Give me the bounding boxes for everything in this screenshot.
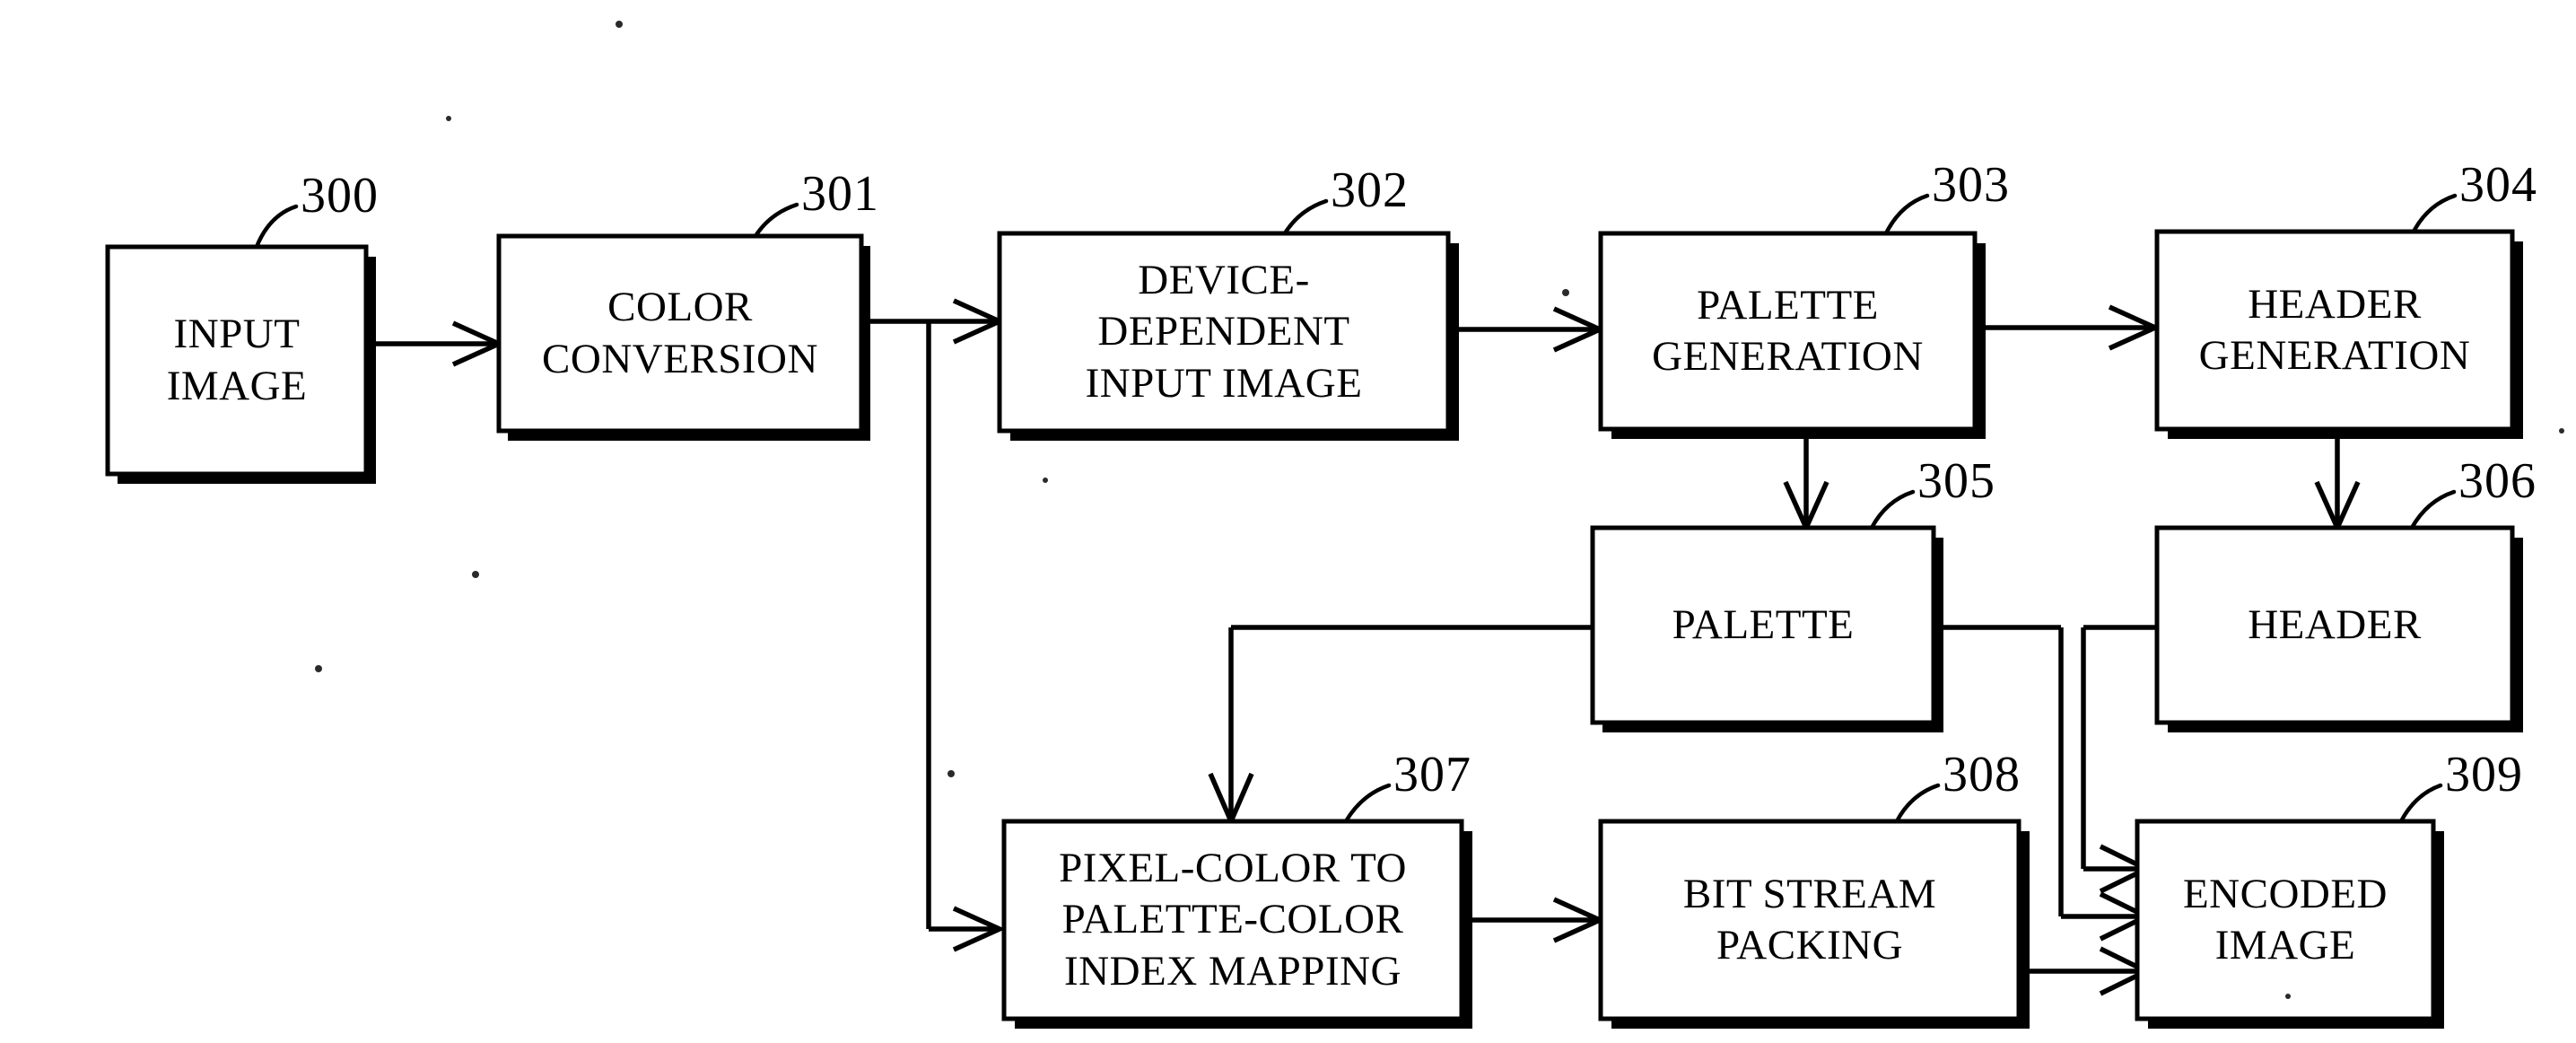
block-309-rect xyxy=(2135,819,2436,1021)
leader-308 xyxy=(1894,783,1941,824)
leader-304 xyxy=(2411,193,2458,234)
leader-309 xyxy=(2398,783,2443,824)
leader-303 xyxy=(1883,193,1930,236)
block-304-rect xyxy=(2154,229,2515,432)
block-301-rect xyxy=(496,233,864,434)
leader-300 xyxy=(254,204,299,250)
leader-307 xyxy=(1343,783,1392,824)
block-305-rect xyxy=(1590,525,1936,725)
leader-305 xyxy=(1869,489,1916,530)
block-300-rect xyxy=(105,244,369,477)
block-308-rect xyxy=(1598,819,2022,1021)
diagram-canvas xyxy=(105,21,2564,1029)
leader-306 xyxy=(2409,489,2457,530)
block-303-rect xyxy=(1598,231,1978,432)
block-302-rect xyxy=(997,231,1451,434)
leader-302 xyxy=(1282,198,1329,236)
patent-figure: INPUT IMAGE COLOR CONVERSION DEVICE- DEP… xyxy=(0,0,2576,1043)
block-306-rect xyxy=(2154,525,2515,725)
block-307-rect xyxy=(1001,819,1464,1021)
leader-301 xyxy=(753,202,799,239)
